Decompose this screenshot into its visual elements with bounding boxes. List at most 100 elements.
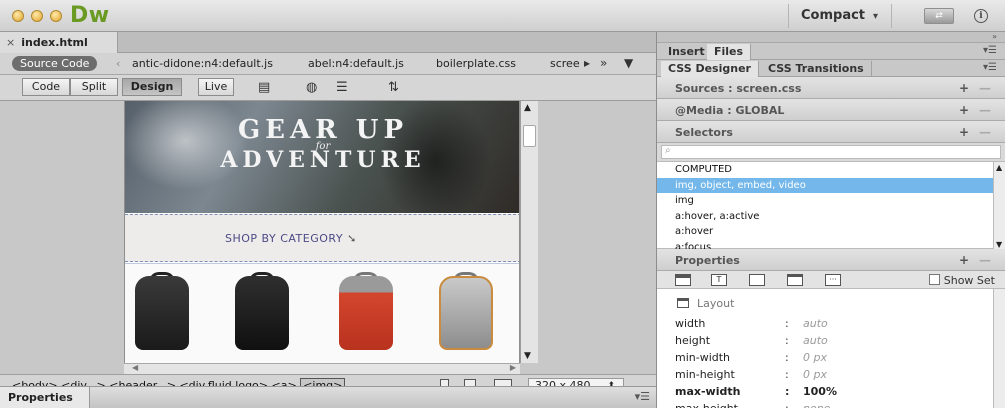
scroll-up-icon[interactable]: ▲ xyxy=(524,103,531,113)
panel-subtab-row: CSS Designer CSS Transitions ▾☰ xyxy=(657,60,1005,77)
document-tab[interactable]: × index.html xyxy=(0,32,118,53)
tab-insert[interactable]: Insert xyxy=(661,44,713,60)
sync-settings-button[interactable]: ⇄ xyxy=(924,8,954,24)
document-area: × index.html Source Code ‹ antic-didone:n… xyxy=(0,32,656,395)
add-icon[interactable]: + xyxy=(959,103,969,117)
border-category-icon[interactable] xyxy=(749,274,765,286)
page-preview[interactable]: GEAR UP for ADVENTURE SHOP BY CATEGORY ➘ xyxy=(124,101,520,363)
properties-label: Properties xyxy=(675,254,740,267)
related-file-2[interactable]: abel:n4:default.js xyxy=(308,57,404,70)
remove-icon[interactable]: — xyxy=(979,253,991,267)
add-icon[interactable]: + xyxy=(959,81,969,95)
show-set-label: Show Set xyxy=(943,274,995,287)
toggle-list-icon[interactable]: ☰ xyxy=(336,80,348,95)
selector-item[interactable]: a:hover, a:active xyxy=(657,209,1005,225)
shop-by-category-label: SHOP BY CATEGORY ➘ xyxy=(225,232,357,245)
selector-item-selected[interactable]: img, object, embed, video xyxy=(657,177,1005,193)
more-files-icon[interactable]: » xyxy=(600,56,607,70)
add-icon[interactable]: + xyxy=(959,125,969,139)
shop-by-category[interactable]: SHOP BY CATEGORY ➘ xyxy=(125,214,519,262)
selectors-header[interactable]: Selectors + — xyxy=(657,121,1005,143)
selector-list-scrollbar[interactable]: ▲ ▼ xyxy=(993,162,1005,250)
close-window-button[interactable] xyxy=(12,10,24,22)
layout-icon xyxy=(677,298,689,308)
sort-icon[interactable]: ⇅ xyxy=(388,80,399,95)
remove-icon[interactable]: — xyxy=(979,103,991,117)
source-code-button[interactable]: Source Code xyxy=(12,56,98,71)
panel-menu-icon[interactable]: ▾☰ xyxy=(635,390,650,403)
property-list-scrollbar[interactable] xyxy=(993,289,1005,408)
panel-menu-icon[interactable]: ▾☰ xyxy=(983,62,997,73)
selectors-label: Selectors xyxy=(675,126,733,139)
design-view-button[interactable]: Design xyxy=(122,78,182,96)
scroll-down-icon[interactable]: ▼ xyxy=(996,240,1002,249)
product-backpack-2[interactable] xyxy=(225,272,297,358)
selector-item[interactable]: COMPUTED xyxy=(657,162,1005,178)
text-category-icon[interactable]: T xyxy=(711,274,727,286)
property-row-min-height[interactable]: min-height:0 px xyxy=(675,368,975,384)
scroll-right-icon[interactable]: ▶ xyxy=(510,363,516,372)
product-backpack-3[interactable] xyxy=(329,272,401,358)
design-vertical-scrollbar[interactable]: ▲ ▼ xyxy=(520,101,538,363)
properties-tab[interactable]: Properties xyxy=(0,387,90,408)
background-category-icon[interactable] xyxy=(787,274,803,286)
related-file-3[interactable]: boilerplate.css xyxy=(436,57,516,70)
layout-category-icon[interactable] xyxy=(675,274,691,286)
workspace-label: Compact xyxy=(801,8,866,23)
media-header[interactable]: @Media : GLOBAL + — xyxy=(657,99,1005,121)
design-view[interactable]: GEAR UP for ADVENTURE SHOP BY CATEGORY➘ xyxy=(0,101,656,374)
properties-header[interactable]: Properties + — xyxy=(657,249,1005,271)
property-row-max-height[interactable]: max-height:none xyxy=(675,402,975,408)
minimize-window-button[interactable] xyxy=(31,10,43,22)
media-label: @Media : GLOBAL xyxy=(675,104,785,117)
info-icon[interactable]: i xyxy=(974,9,988,23)
related-file-4[interactable]: scree xyxy=(550,57,580,70)
tab-css-transitions[interactable]: CSS Transitions xyxy=(761,61,872,77)
tab-css-designer[interactable]: CSS Designer xyxy=(661,61,759,77)
property-list: Layout width: auto height: auto min-width:… xyxy=(657,289,1005,408)
view-toolbar: Code Split Design Live ▤ ◍ ☰ ⇅ xyxy=(0,75,656,101)
close-icon[interactable]: × xyxy=(6,36,15,49)
play-icon[interactable]: ▸ xyxy=(584,56,590,70)
related-file-1[interactable]: antic-didone:n4:default.js xyxy=(132,57,273,70)
remove-icon[interactable]: — xyxy=(979,125,991,139)
panel-tab-row: Insert Files ▾☰ xyxy=(657,43,1005,60)
property-row-max-width[interactable]: max-width:100% xyxy=(675,385,975,401)
property-row-min-width[interactable]: min-width:0 px xyxy=(675,351,975,367)
add-icon[interactable]: + xyxy=(959,253,969,267)
workspace-switcher[interactable]: Compact ▾ xyxy=(788,4,892,28)
property-category-bar: T ··· Show Set xyxy=(657,271,1005,289)
property-row-height[interactable]: height: auto xyxy=(675,334,975,350)
panel-menu-icon[interactable]: ▾☰ xyxy=(983,45,997,56)
code-view-button[interactable]: Code xyxy=(22,78,70,96)
filter-icon[interactable]: ▼ xyxy=(624,56,633,70)
sources-header[interactable]: Sources : screen.css + — xyxy=(657,77,1005,99)
globe-icon[interactable]: ◍ xyxy=(306,80,317,95)
selector-search-input[interactable]: ⌕ xyxy=(661,145,1001,159)
chevron-down-icon: ▾ xyxy=(873,11,879,22)
design-horizontal-scrollbar[interactable]: ◀ ▶ xyxy=(124,363,520,374)
scroll-left-icon[interactable]: ◀ xyxy=(132,363,138,372)
remove-icon[interactable]: — xyxy=(979,81,991,95)
live-view-button[interactable]: Live xyxy=(198,78,234,96)
product-backpack-4[interactable] xyxy=(429,272,501,358)
scroll-thumb[interactable] xyxy=(523,125,536,147)
hero-image[interactable]: GEAR UP for ADVENTURE xyxy=(125,101,519,213)
scroll-down-icon[interactable]: ▼ xyxy=(524,351,531,361)
selector-item[interactable]: a:hover xyxy=(657,224,1005,240)
checkbox-icon[interactable] xyxy=(928,274,940,285)
show-set-checkbox[interactable]: Show Set xyxy=(928,274,995,287)
product-backpack-1[interactable] xyxy=(125,272,197,358)
product-row xyxy=(125,263,519,363)
tab-files[interactable]: Files xyxy=(707,44,752,60)
scroll-up-icon[interactable]: ▲ xyxy=(996,163,1002,172)
split-view-button[interactable]: Split xyxy=(70,78,118,96)
layout-label: Layout xyxy=(697,297,735,310)
more-category-icon[interactable]: ··· xyxy=(825,274,841,286)
collapse-panel-icon[interactable]: » xyxy=(657,32,1005,43)
properties-inspector-bar: Properties ▾☰ xyxy=(0,386,656,408)
zoom-window-button[interactable] xyxy=(50,10,62,22)
property-row-width[interactable]: width: auto xyxy=(675,317,975,333)
inspect-icon[interactable]: ▤ xyxy=(258,80,270,95)
selector-item[interactable]: img xyxy=(657,193,1005,209)
